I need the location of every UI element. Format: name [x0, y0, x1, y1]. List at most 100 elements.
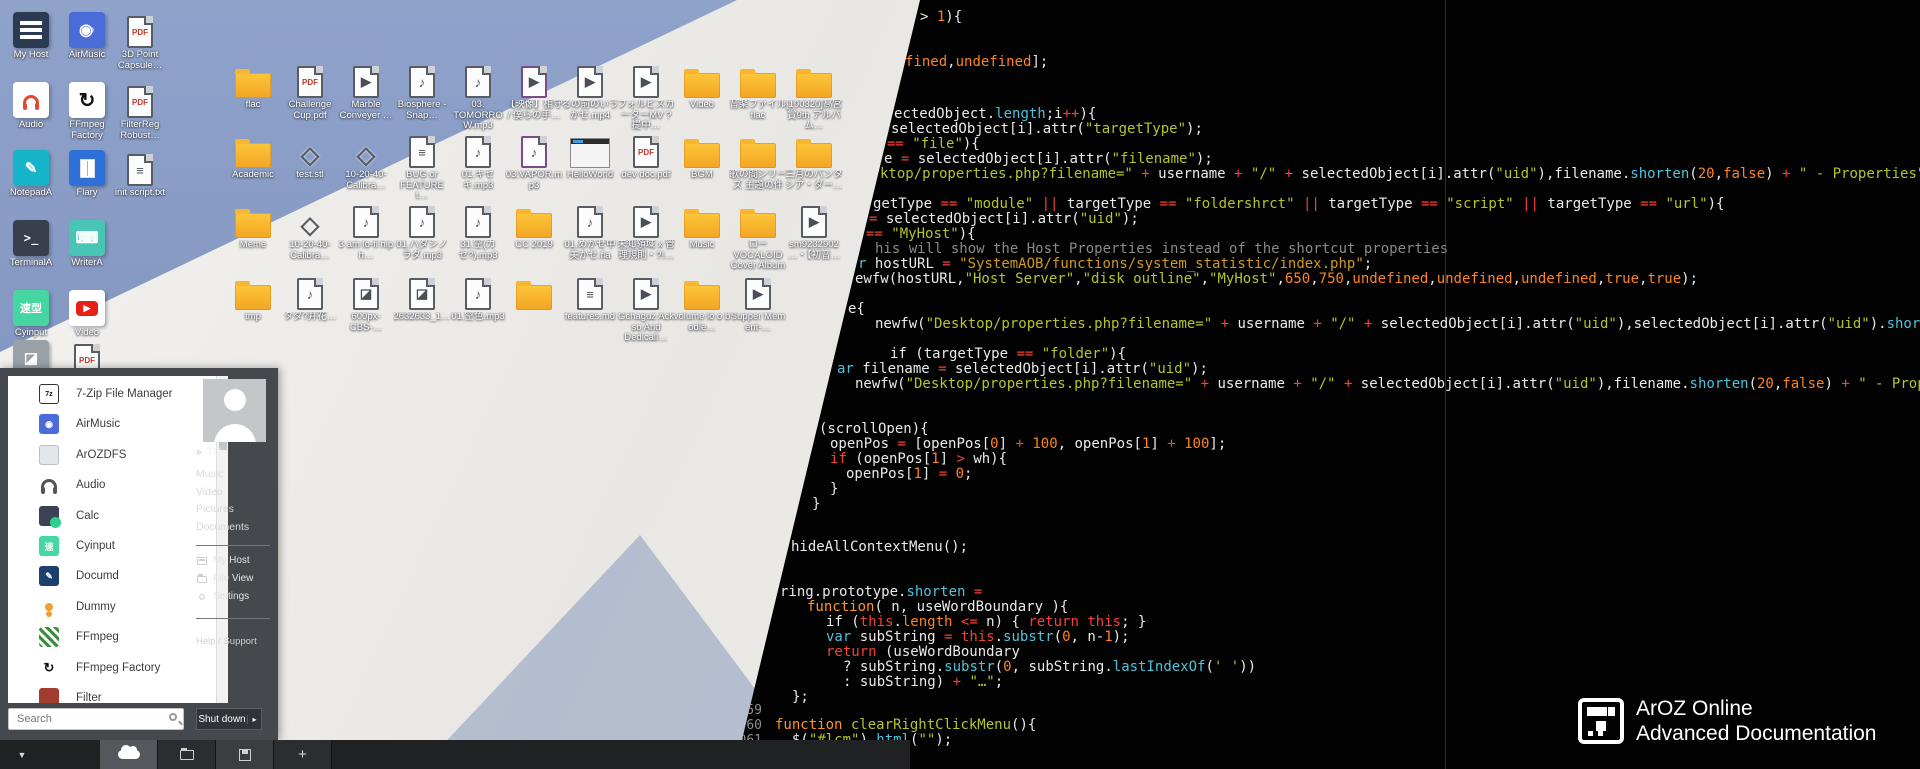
taskbar-tab-files[interactable] — [158, 740, 216, 769]
desktop-icon[interactable]: ▶Marble Conveyer … — [337, 60, 395, 121]
desktop-icon[interactable]: Music — [673, 200, 731, 251]
shutdown-button[interactable]: Shut down ▸ — [196, 708, 262, 730]
desktop-icon[interactable]: ≡BUG or FEATURE t… — [393, 130, 451, 202]
system-link-label: My Host — [213, 552, 250, 570]
desktop-icon[interactable]: ↻FFmpeg Factory — [58, 80, 116, 141]
desktop-icon[interactable]: ♪01.空色.mp3 — [449, 272, 507, 323]
help-support-link[interactable]: Help / Support — [196, 636, 257, 647]
desktop-icon[interactable]: ♪01.めかせ中美かせ.fla — [561, 200, 619, 261]
start-menu-item-airmusic[interactable]: ◉AirMusic — [8, 409, 204, 439]
desktop-icon[interactable]: >_TerminalA — [2, 218, 60, 269]
library-link-pictures[interactable]: Pictures — [196, 501, 249, 519]
username[interactable]: »TC — [196, 446, 221, 458]
desktop-icon[interactable]: ⌨WriterA — [58, 218, 116, 269]
start-menu-item-cyinput[interactable]: 速Cyinput — [8, 531, 204, 561]
desktop-icon[interactable]: ▶Supper Mem ent-… — [729, 272, 787, 333]
desktop-icon[interactable]: ◇10-20-40-Calibra… — [337, 130, 395, 191]
desktop-icon[interactable]: CC 2019 — [505, 200, 563, 251]
start-menu-item-label: Dummy — [76, 601, 116, 613]
start-menu-item-label: FFmpeg — [76, 631, 119, 643]
start-menu-item-documd[interactable]: ✎Documd — [8, 561, 204, 591]
avatar[interactable] — [203, 379, 266, 442]
library-link-music[interactable]: Music — [196, 466, 249, 484]
desktop-icon[interactable]: flac — [224, 60, 282, 111]
desktop-icon[interactable]: ▶Video — [58, 288, 116, 339]
desktop-icon[interactable]: Academic — [224, 130, 282, 181]
desktop-icon[interactable]: [190320]高宮賞9th アルバム… — [785, 60, 843, 132]
desktop-icon[interactable]: ローVOCALOID Cover Album — [729, 200, 787, 272]
desktop-icon[interactable]: ◪600px-CBS-… — [337, 272, 395, 333]
desktop-icon[interactable]: Video — [673, 60, 731, 111]
my-host-icon — [13, 12, 49, 48]
desktop-icon[interactable]: PDFFilterReg Robust… — [111, 80, 169, 141]
start-menu-item-7-zip-file-manager[interactable]: 7z7-Zip File Manager — [8, 379, 204, 409]
desktop-icon[interactable]: PDFdev doc.pdf — [617, 130, 675, 181]
desktop-icon[interactable]: ♪31.空(カセ?).mp3 — [449, 200, 507, 261]
start-menu-item-ffmpeg-factory[interactable]: ↻FFmpeg Factory — [8, 653, 204, 683]
desktop-icon[interactable]: BGM — [673, 130, 731, 181]
taskbar-tab-disk[interactable] — [216, 740, 274, 769]
desktop-icon[interactable]: My Host — [2, 10, 60, 61]
desktop-icon[interactable]: ▶sm9232902…・【初音… — [785, 200, 843, 261]
system-link-file-view[interactable]: File View — [196, 570, 253, 588]
start-menu-item-dummy[interactable]: Dummy — [8, 592, 204, 622]
taskbar-dropdown-arrow-icon[interactable]: ▼ — [0, 740, 44, 769]
desktop-icon[interactable]: Meme — [224, 200, 282, 251]
desktop-icon-label: 三月のパンタシア・ダー… — [785, 170, 843, 191]
start-menu-item-arozdfs[interactable]: ArOZDFS — [8, 440, 204, 470]
desktop-icon[interactable]: ♪03. TOMORROW.mp3 — [449, 60, 507, 132]
library-link-video[interactable]: Video — [196, 484, 249, 502]
desktop-icon[interactable]: ◇test.stl — [281, 130, 339, 181]
desktop-icon[interactable]: ≡features.md — [561, 272, 619, 323]
desktop-icon[interactable]: tmp — [224, 272, 282, 323]
desktop-icon[interactable]: 速型Cyinput — [2, 288, 60, 339]
taskbar-tab-cloud[interactable] — [100, 740, 158, 769]
desktop-icon[interactable]: Flary — [58, 148, 116, 199]
audio-file-icon: ♪ — [409, 206, 435, 238]
system-link-settings[interactable]: ⚙Settings — [196, 588, 253, 606]
desktop-icon[interactable]: Audio — [2, 80, 60, 131]
desktop-icon[interactable]: ◉♪AirMusic — [58, 10, 116, 61]
search-input[interactable] — [8, 708, 184, 730]
desktop-icon[interactable]: volume lo o b odle… — [673, 272, 731, 333]
desktop-icon-label: 10-20-40-Calibra… — [337, 170, 395, 191]
desktop-icon[interactable]: ▶るの前のいうかせ.mp4 — [561, 60, 619, 121]
desktop-icon[interactable]: 歌の間シリーズ 主題の件 — [729, 130, 787, 191]
library-link-documents[interactable]: Documents — [196, 519, 249, 537]
desktop-icon[interactable]: ♪タダ?井花… — [281, 272, 339, 323]
desktop-icon[interactable]: ▶【映像】相守 / 僕らの手… — [505, 60, 563, 121]
start-menu-item-calc[interactable]: Calc — [8, 501, 204, 531]
desktop-icon[interactable]: ▶未知領域 x 管理規則・?!… — [617, 200, 675, 261]
desktop-icon[interactable]: ≡init script.txt — [111, 148, 169, 199]
taskbar-tab-new[interactable]: + — [274, 740, 332, 769]
system-link-my-host[interactable]: My Host — [196, 552, 253, 570]
desktop-icon[interactable]: ♪01.キセキ.mp3 — [449, 130, 507, 191]
desktop-icon[interactable]: ✎NotepadA — [2, 148, 60, 199]
desktop-icon[interactable]: ♪01.ハダシノラダ.mp3 — [393, 200, 451, 261]
audio-file-icon: ♪ — [521, 136, 547, 168]
desktop-icon[interactable]: ◇10-20-40-Calibra… — [281, 200, 339, 261]
desktop-icon-label: Marble Conveyer … — [337, 100, 395, 121]
start-menu-item-audio[interactable]: Audio — [8, 470, 204, 500]
desktop-icon-label: Biosphere - Snap… — [393, 100, 451, 121]
start-menu-item-ffmpeg[interactable]: FFmpeg — [8, 622, 204, 652]
7zip-icon: 7z — [39, 384, 59, 404]
desktop-icon[interactable]: ◪2632633_1… — [393, 272, 451, 323]
desktop-icon[interactable]: ▶Gchaguz Ack so And Dedicall… — [617, 272, 675, 344]
shutdown-arrow-icon[interactable]: ▸ — [247, 715, 261, 724]
desktop-icon[interactable]: HelloWorld — [561, 130, 619, 181]
disk-icon — [239, 749, 251, 761]
desktop-icon[interactable]: ▶フォルビスカーターMV ?提中… — [617, 60, 675, 132]
desktop-icon[interactable]: ♪Biosphere - Snap… — [393, 60, 451, 121]
start-menu-item-filter[interactable]: Filter — [8, 683, 204, 703]
desktop-icon[interactable]: ♪3 am lo-fi hip h… — [337, 200, 395, 261]
desktop-icon[interactable]: PDF3D Point Capsule… — [111, 10, 169, 71]
desktop-icon[interactable] — [505, 272, 563, 310]
desktop-icon[interactable]: 三月のパンタシア・ダー… — [785, 130, 843, 191]
desktop-icon[interactable]: 音楽ファイル flac — [729, 60, 787, 121]
desktop-icon[interactable]: ♪03.VAPOR.mp3 — [505, 130, 563, 191]
desktop-icon[interactable]: PDFChallenge Cup.pdf — [281, 60, 339, 121]
desktop-icon-label: [190320]高宮賞9th アルバム… — [785, 100, 843, 132]
desktop-icon-label: sm9232902…・【初音… — [785, 240, 843, 261]
audio-file-icon: ♪ — [465, 66, 491, 98]
